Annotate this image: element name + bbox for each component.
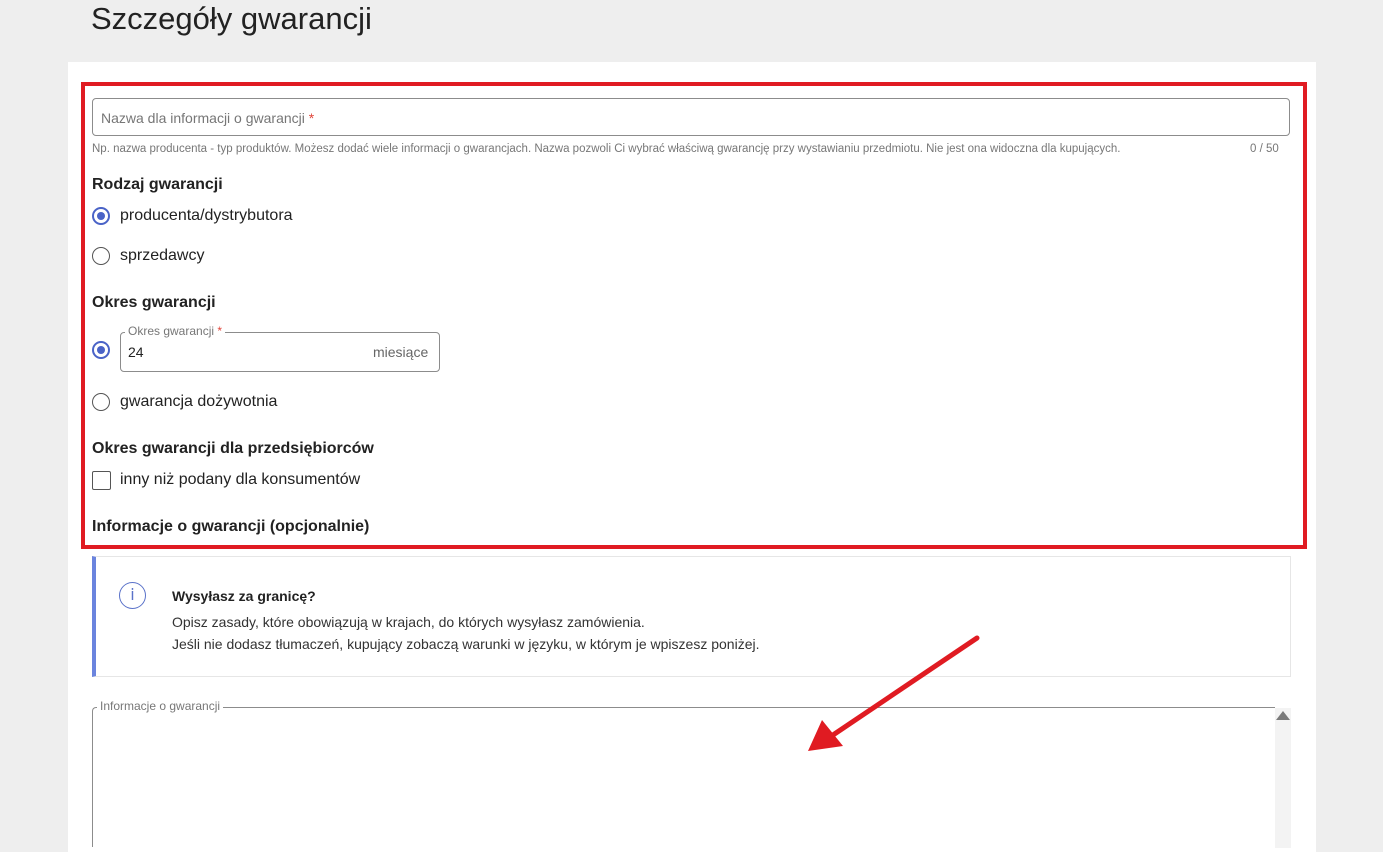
textarea-scrollbar[interactable] [1275,708,1291,848]
highlight-frame [81,82,1307,549]
notice-line-1: Opisz zasady, które obowiązują w krajach… [172,614,645,630]
info-icon: i [119,582,146,609]
scroll-up-icon[interactable] [1276,711,1290,720]
warranty-info-textarea[interactable] [92,707,1275,847]
notice-title: Wysyłasz za granicę? [172,588,316,604]
notice-line-2: Jeśli nie dodasz tłumaczeń, kupujący zob… [172,636,760,652]
page-title: Szczegóły gwarancji [91,1,372,36]
warranty-info-textarea-label: Informacje o gwarancji [97,699,224,713]
